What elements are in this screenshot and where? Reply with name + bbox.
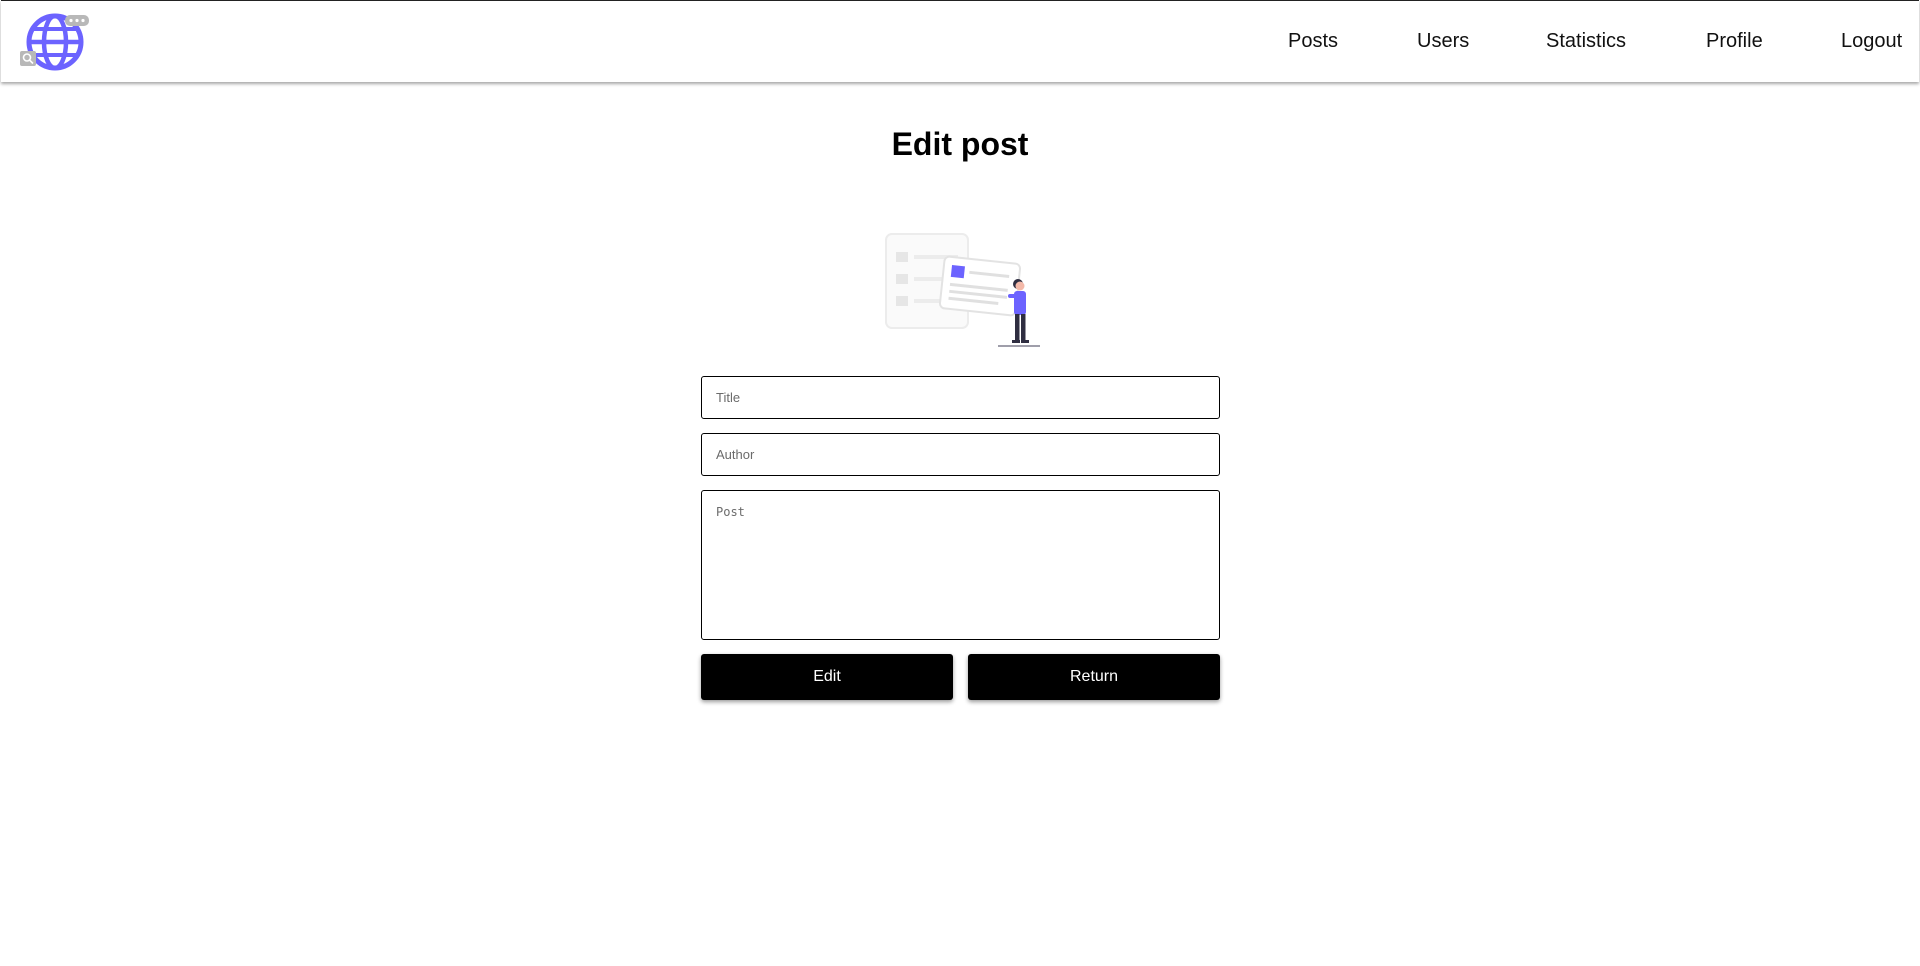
globe-search-icon[interactable]	[19, 9, 91, 75]
editing-post-illustration	[885, 233, 1040, 347]
nav-link-profile[interactable]: Profile	[1706, 30, 1763, 53]
nav-link-posts[interactable]: Posts	[1288, 30, 1338, 53]
title-input[interactable]	[701, 376, 1220, 419]
top-navbar: Posts Users Statistics Profile Logout	[1, 0, 1919, 82]
nav-link-users[interactable]: Users	[1417, 30, 1469, 53]
return-button[interactable]: Return	[968, 654, 1220, 700]
author-input[interactable]	[701, 433, 1220, 476]
edit-button[interactable]: Edit	[701, 654, 953, 700]
nav-link-logout[interactable]: Logout	[1841, 30, 1902, 53]
page-title: Edit post	[891, 126, 1029, 162]
post-textarea[interactable]	[701, 490, 1220, 640]
nav-link-statistics[interactable]: Statistics	[1546, 30, 1626, 53]
